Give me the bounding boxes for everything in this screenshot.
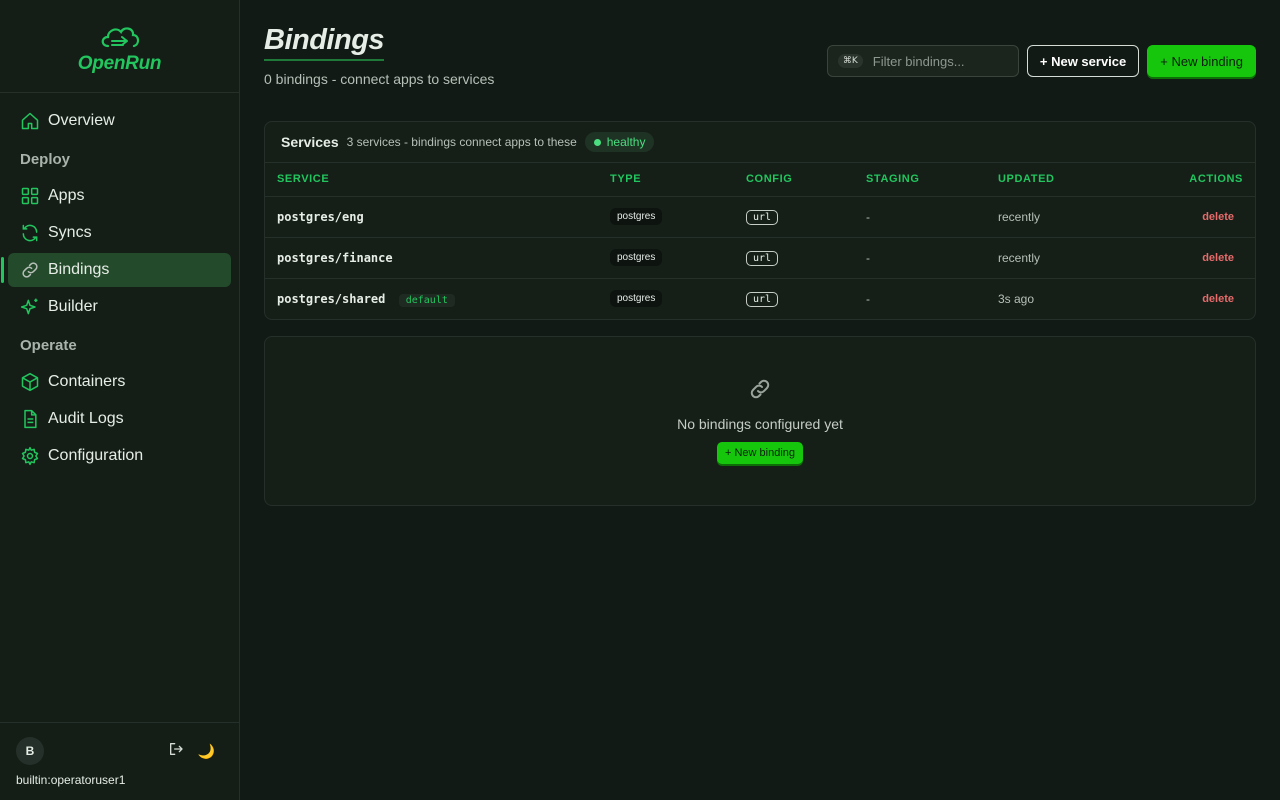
delete-button[interactable]: delete <box>1136 237 1255 279</box>
config-badge: url <box>746 209 779 225</box>
bindings-empty-state: No bindings configured yet + New binding <box>264 336 1256 506</box>
logout-icon[interactable] <box>168 741 184 762</box>
new-service-button[interactable]: + New service <box>1026 45 1140 77</box>
delete-button[interactable]: delete <box>1136 278 1255 319</box>
sidebar-item-label: Containers <box>48 373 126 390</box>
status-badge: healthy <box>584 132 655 152</box>
cloud-logo-icon <box>96 22 144 57</box>
updated-value: recently <box>986 237 1136 279</box>
column-header-type[interactable]: TYPE <box>598 163 734 197</box>
filter-input[interactable] <box>872 53 1003 69</box>
sidebar-item-bindings[interactable]: Bindings <box>1 253 231 287</box>
type-badge: postgres <box>610 249 663 266</box>
type-badge: postgres <box>610 290 663 308</box>
table-row: postgres/finance postgres url - recently… <box>265 237 1255 279</box>
sidebar: OpenRun Overview Deploy Apps Syncs Bindi… <box>0 0 240 800</box>
staging-value: - <box>866 291 870 306</box>
column-header-config[interactable]: CONFIG <box>734 163 854 197</box>
sidebar-item-label: Apps <box>48 187 85 204</box>
sidebar-item-syncs[interactable]: Syncs <box>8 216 231 250</box>
services-description: 3 services - bindings connect apps to th… <box>346 135 577 149</box>
new-binding-button[interactable]: + New binding <box>716 442 804 464</box>
main-content: Bindings 0 bindings - connect apps to se… <box>240 0 1280 800</box>
page-subtitle: 0 bindings - connect apps to services <box>264 71 495 87</box>
shortcut-hint: ⌘K <box>837 54 863 68</box>
sidebar-item-configuration[interactable]: Configuration <box>8 439 231 473</box>
updated-value: 3s ago <box>998 291 1035 306</box>
username: builtin:operatoruser1 <box>16 773 126 787</box>
config-badge: url <box>746 291 779 307</box>
link-icon <box>748 377 772 406</box>
sidebar-item-apps[interactable]: Apps <box>8 179 231 213</box>
column-header-actions: ACTIONS <box>1136 163 1255 197</box>
status-dot-icon <box>593 138 601 146</box>
status-text: healthy <box>606 135 646 149</box>
sidebar-item-label: Bindings <box>48 261 110 278</box>
service-name[interactable]: postgres/eng <box>277 210 364 224</box>
service-name[interactable]: postgres/finance <box>277 251 393 265</box>
config-badge: url <box>746 250 779 266</box>
staging-value: - <box>854 196 986 238</box>
new-binding-button[interactable]: + New binding <box>1147 45 1256 77</box>
section-deploy: Deploy <box>20 151 71 168</box>
page-header: Bindings 0 bindings - connect apps to se… <box>264 24 1256 121</box>
brand-logo[interactable]: OpenRun <box>0 0 239 93</box>
sparkle-icon <box>20 297 40 317</box>
staging-value: - <box>854 237 986 279</box>
filter-box: ⌘K <box>826 45 1019 77</box>
sidebar-item-containers[interactable]: Containers <box>8 365 231 399</box>
sidebar-item-label: Audit Logs <box>48 410 124 427</box>
sidebar-item-label: Builder <box>48 298 98 315</box>
updated-value: recently <box>986 196 1136 238</box>
section-operate: Operate <box>20 337 77 354</box>
sidebar-item-label: Syncs <box>48 224 92 241</box>
app-root: OpenRun Overview Deploy Apps Syncs Bindi… <box>0 0 1280 800</box>
sidebar-footer: B 🌙 builtin:operatoruser1 <box>0 722 239 800</box>
sidebar-item-builder[interactable]: Builder <box>8 290 231 324</box>
table-row: postgres/eng postgres url - recently del… <box>265 196 1255 238</box>
sidebar-item-label: Overview <box>48 112 115 129</box>
services-card-header: Services 3 services - bindings connect a… <box>265 122 1255 163</box>
default-badge: default <box>398 293 455 307</box>
brand-name: OpenRun <box>77 52 162 74</box>
services-title: Services <box>281 134 339 150</box>
theme-toggle-moon-icon[interactable]: 🌙 <box>198 743 215 760</box>
home-icon <box>20 111 40 131</box>
refresh-icon <box>20 223 40 243</box>
services-table: SERVICE TYPE CONFIG STAGING UPDATED ACTI… <box>265 163 1255 319</box>
column-header-service[interactable]: SERVICE <box>265 163 598 197</box>
box-icon <box>20 372 40 392</box>
sidebar-item-audit-logs[interactable]: Audit Logs <box>8 402 231 436</box>
link-icon <box>20 260 40 280</box>
sidebar-item-overview[interactable]: Overview <box>8 104 231 138</box>
sidebar-item-label: Configuration <box>48 447 144 464</box>
avatar[interactable]: B <box>16 737 44 765</box>
gear-icon <box>20 446 40 466</box>
type-badge: postgres <box>610 208 663 225</box>
header-actions: ⌘K + New service + New binding <box>826 45 1256 77</box>
delete-button[interactable]: delete <box>1136 196 1255 238</box>
column-header-staging[interactable]: STAGING <box>854 163 986 197</box>
grid-icon <box>20 186 40 206</box>
services-card: Services 3 services - bindings connect a… <box>264 121 1256 320</box>
table-row: postgres/shared default postgres url - 3… <box>265 278 1255 319</box>
empty-message: No bindings configured yet <box>677 416 843 432</box>
service-name[interactable]: postgres/shared <box>277 292 385 306</box>
sidebar-nav: Overview Deploy Apps Syncs Bindings Buil… <box>0 93 239 484</box>
table-header-row: SERVICE TYPE CONFIG STAGING UPDATED ACTI… <box>265 163 1255 197</box>
document-icon <box>20 409 40 429</box>
column-header-updated[interactable]: UPDATED <box>986 163 1136 197</box>
page-title: Bindings <box>264 24 385 61</box>
